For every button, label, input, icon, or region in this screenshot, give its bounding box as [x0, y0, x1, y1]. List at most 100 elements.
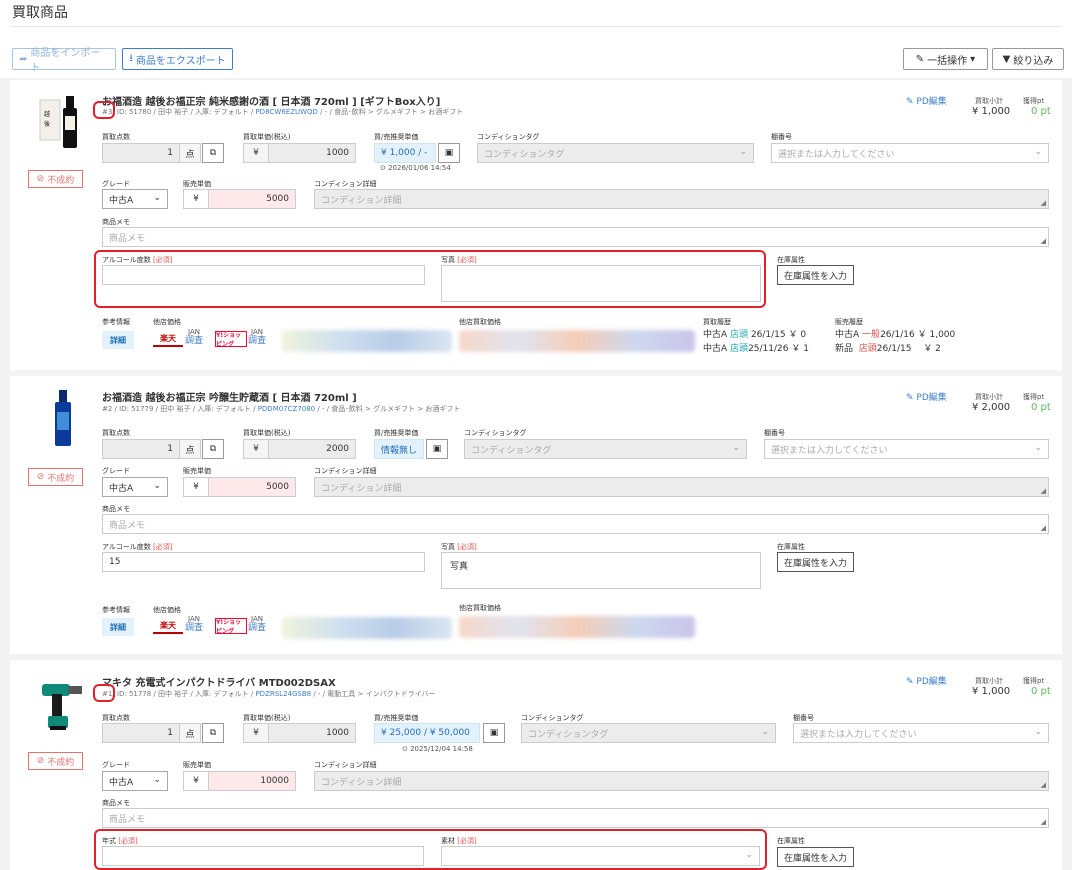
rakuten-jan[interactable]: JAN 調査 — [185, 615, 203, 633]
grade-select[interactable]: 中古A ⌄ — [102, 771, 168, 791]
share-arrow-icon: ➦ — [19, 53, 28, 65]
unit-price-input[interactable]: 1000 — [268, 143, 356, 163]
save-icon[interactable]: ▣ — [483, 723, 505, 743]
stock-attr-button[interactable]: 在庫属性を入力 — [777, 265, 855, 285]
alcohol-input[interactable]: 15 — [102, 552, 425, 572]
export-products-button[interactable]: ⭳ 商品をエクスポート — [122, 48, 233, 70]
condition-detail-label: コンディション詳細 — [314, 180, 377, 188]
stock-attr-button[interactable]: 在庫属性を入力 — [777, 847, 855, 867]
product-title: マキタ 充電式インパクトドライバ MTD002DSAX — [102, 678, 336, 689]
pd-edit-link[interactable]: ✎ PD編集 — [906, 94, 947, 107]
shelf-select[interactable]: 選択または入力してください ⌄ — [793, 723, 1049, 743]
other-price-label: 他店価格 — [153, 606, 181, 614]
copy-icon[interactable]: ⧉ — [202, 143, 224, 163]
title-divider — [10, 26, 1062, 27]
blurred-buy-price-widget — [459, 330, 695, 352]
qty-input[interactable]: 1 — [102, 723, 180, 743]
yen-prefix: ¥ — [183, 477, 209, 497]
memo-input[interactable]: 商品メモ ◢ — [102, 808, 1049, 828]
memo-input[interactable]: 商品メモ ◢ — [102, 227, 1049, 247]
bulk-operations-button[interactable]: ✎ 一括操作 ▾ — [903, 48, 988, 70]
chevron-down-icon: ⌄ — [761, 727, 769, 737]
memo-input[interactable]: 商品メモ ◢ — [102, 514, 1049, 534]
qty-input[interactable]: 1 — [102, 143, 180, 163]
rakuten-jan[interactable]: JAN 調査 — [185, 328, 203, 346]
stock-attr-button[interactable]: 在庫属性を入力 — [777, 552, 855, 572]
blurred-price-widget — [282, 617, 452, 639]
condition-detail-input[interactable]: コンディション詳細 ◢ — [314, 189, 1049, 209]
buy-sell-price: ¥ 25,000 / ¥ 50,000 — [374, 723, 480, 743]
resize-grip-icon[interactable]: ◢ — [1041, 199, 1046, 207]
pd-edit-link[interactable]: ✎ PD編集 — [906, 390, 947, 403]
resize-grip-icon[interactable]: ◢ — [1041, 524, 1046, 532]
yen-prefix: ¥ — [243, 439, 269, 459]
ref-info-label: 参考情報 — [102, 606, 130, 614]
resize-grip-icon[interactable]: ◢ — [1041, 781, 1046, 789]
product-title: お福酒造 越後お福正宗 純米感謝の酒 [ 日本酒 720ml ] [ギフトBox… — [102, 97, 441, 108]
condition-detail-label: コンディション詳細 — [314, 467, 377, 475]
product-code-link[interactable]: PDDM07CZ7080 — [258, 405, 315, 413]
caret-down-icon: ▾ — [970, 53, 976, 65]
item-card: 越 後 ⊘ 不成約 お福酒造 越後お福正宗 純米感謝の酒 [ 日本酒 720ml… — [10, 80, 1062, 370]
chevron-down-icon: ⌄ — [153, 193, 161, 203]
condition-tag-select[interactable]: コンディションタグ ⌄ — [521, 723, 776, 743]
copy-icon[interactable]: ⧉ — [202, 439, 224, 459]
filter-button[interactable]: ▼ 絞り込み — [992, 48, 1064, 70]
item-card: ⊘ 不成約 お福酒造 越後お福正宗 吟醸生貯蔵酒 [ 日本酒 720ml ] #… — [10, 376, 1062, 654]
unit-price-input[interactable]: 2000 — [268, 439, 356, 459]
highlight-index — [93, 684, 115, 702]
filter-icon: ▼ — [1002, 53, 1011, 65]
photo-textarea[interactable]: 写真 — [441, 552, 761, 589]
sale-price-input[interactable]: 5000 — [208, 189, 296, 209]
shelf-select[interactable]: 選択または入力してください ⌄ — [764, 439, 1049, 459]
resize-grip-icon[interactable]: ◢ — [1041, 818, 1046, 826]
attr2-label: 写真 [必須] — [441, 543, 477, 551]
copy-icon[interactable]: ⧉ — [202, 723, 224, 743]
save-icon[interactable]: ▣ — [426, 439, 448, 459]
product-code-link[interactable]: PDZRSL24GSB8 — [255, 690, 311, 698]
not-contracted-badge[interactable]: ⊘ 不成約 — [28, 752, 83, 770]
condition-tag-label: コンディションタグ — [464, 429, 527, 437]
condition-detail-input[interactable]: コンディション詳細 ◢ — [314, 477, 1049, 497]
qty-input[interactable]: 1 — [102, 439, 180, 459]
condition-tag-label: コンディションタグ — [521, 714, 584, 722]
yahoo-jan[interactable]: JAN 調査 — [248, 328, 266, 346]
svg-text:越: 越 — [44, 110, 50, 118]
yahoo-shopping-logo: Y!ショッピング — [215, 331, 247, 348]
ban-icon: ⊘ — [36, 174, 48, 184]
save-icon[interactable]: ▣ — [438, 143, 460, 163]
import-products-button[interactable]: ➦ 商品をインポート — [12, 48, 116, 74]
detail-button[interactable]: 詳細 — [102, 618, 134, 636]
condition-tag-select[interactable]: コンディションタグ ⌄ — [477, 143, 754, 163]
highlight-index — [93, 101, 115, 119]
resize-grip-icon[interactable]: ◢ — [1041, 237, 1046, 245]
unit-price-label: 買取単価(税込) — [243, 133, 291, 141]
points-value: 0 pt — [1031, 106, 1051, 117]
shelf-select[interactable]: 選択または入力してください ⌄ — [771, 143, 1049, 163]
resize-grip-icon[interactable]: ◢ — [1041, 487, 1046, 495]
sale-price-input[interactable]: 10000 — [208, 771, 296, 791]
highlight-required-fields — [94, 250, 766, 308]
points-value: 0 pt — [1031, 402, 1051, 413]
qty-unit: 点 — [179, 143, 201, 163]
ref-info-label: 参考情報 — [102, 318, 130, 326]
not-contracted-badge[interactable]: ⊘ 不成約 — [28, 170, 83, 188]
condition-detail-input[interactable]: コンディション詳細 ◢ — [314, 771, 1049, 791]
pd-edit-link[interactable]: ✎ PD編集 — [906, 674, 947, 687]
detail-button[interactable]: 詳細 — [102, 331, 134, 349]
grade-select[interactable]: 中古A ⌄ — [102, 477, 168, 497]
unit-price-input[interactable]: 1000 — [268, 723, 356, 743]
ban-icon: ⊘ — [36, 472, 48, 482]
yahoo-jan[interactable]: JAN 調査 — [248, 615, 266, 633]
buy-sell-price: 情報無し — [374, 439, 424, 459]
product-meta: #1/ ID: 51778 / 田中 裕子 / 入庫: デフォルト / PDZR… — [102, 690, 436, 698]
sale-price-input[interactable]: 5000 — [208, 477, 296, 497]
condition-tag-select[interactable]: コンディションタグ ⌄ — [464, 439, 747, 459]
pencil-icon: ✎ — [906, 393, 914, 403]
unit-price-label: 買取単価(税込) — [243, 429, 291, 437]
product-code-link[interactable]: PD8CW6EZUWQD — [255, 108, 318, 116]
product-image — [55, 390, 71, 446]
not-contracted-badge[interactable]: ⊘ 不成約 — [28, 468, 83, 486]
chevron-down-icon: ⌄ — [153, 775, 161, 785]
grade-select[interactable]: 中古A ⌄ — [102, 189, 168, 209]
